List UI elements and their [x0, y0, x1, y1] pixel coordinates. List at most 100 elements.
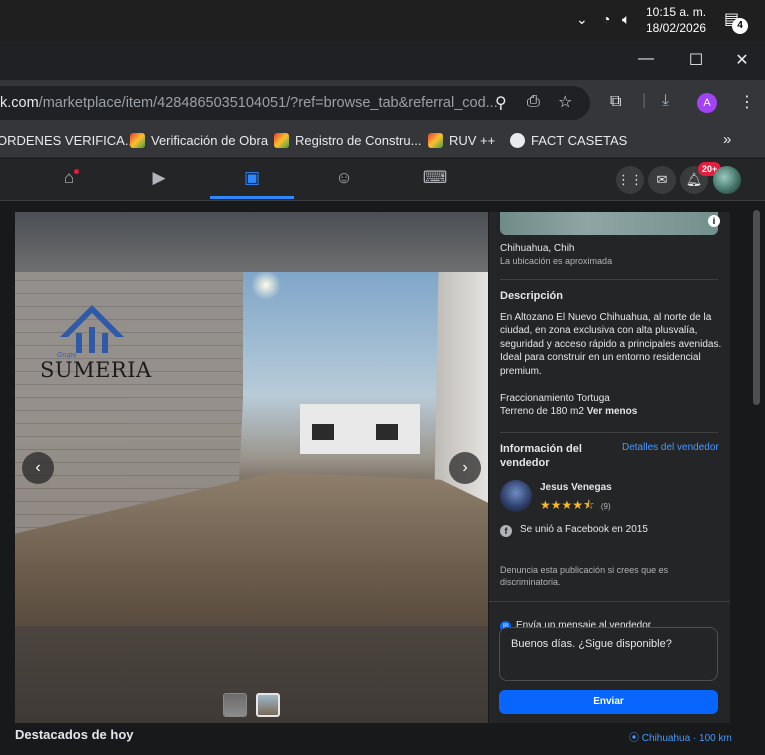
- bookmarks-overflow-button[interactable]: »: [723, 131, 731, 148]
- marketplace-item-page: Grupo SUMERIA ‹ › i Chihuahua, Chih La u…: [0, 201, 765, 755]
- menu-grid-icon[interactable]: ⋮⋮: [616, 166, 644, 194]
- windows-taskbar: ⌄ ◔ 🔈︎ 10:15 a. m. 18/02/2026 ▤ 4: [0, 0, 765, 41]
- location-text: Chihuahua, Chih: [500, 243, 575, 254]
- photo-thumbnail[interactable]: [223, 693, 247, 717]
- star-icon: ★: [550, 498, 562, 512]
- photo-backdrop-top: [15, 212, 488, 272]
- gaming-icon[interactable]: ⌨: [420, 168, 450, 188]
- address-bar[interactable]: k.com/marketplace/item/4284865035104051/…: [0, 86, 590, 120]
- report-text[interactable]: Denuncia esta publicación si crees que e…: [500, 564, 668, 588]
- report-line: discriminatoria.: [500, 577, 561, 587]
- description-line: ciudad, en zona exclusiva con alta plusv…: [500, 325, 698, 336]
- seller-info-heading: Información del vendedor: [500, 442, 582, 470]
- star-icon: ★: [561, 498, 573, 512]
- ruv-icon: [130, 133, 145, 148]
- zoom-icon[interactable]: ⚲: [495, 93, 507, 113]
- sun-glare: [251, 272, 281, 300]
- notification-count-badge: 4: [732, 18, 748, 34]
- logo-wordmark: SUMERIA: [40, 358, 152, 382]
- star-icon: ★: [540, 498, 551, 512]
- joined-text: Se unió a Facebook en 2015: [520, 524, 648, 535]
- message-box: Buenos días. ¿Sigue disponible?: [499, 627, 718, 681]
- download-icon[interactable]: ⤓: [662, 92, 669, 110]
- window-titlebar: — ☐ ✕: [0, 41, 765, 80]
- url-path: /marketplace/item/4284865035104051/?ref=…: [38, 95, 498, 111]
- bookmark-label: Verificación de Obra: [151, 133, 269, 148]
- previous-photo-button[interactable]: ‹: [22, 452, 54, 484]
- description-line: Ideal para construir en un entorno resid…: [500, 352, 701, 363]
- bookmark-label: FACT CASETAS: [531, 133, 628, 148]
- star-icon: ★: [572, 498, 584, 512]
- facebook-icon: f: [500, 525, 512, 537]
- system-clock[interactable]: 10:15 a. m. 18/02/2026: [646, 4, 706, 36]
- marketplace-icon[interactable]: ▣: [237, 168, 267, 188]
- photo-viewer: Grupo SUMERIA ‹ ›: [15, 212, 488, 723]
- scrollbar-thumb[interactable]: [753, 210, 760, 405]
- bookmark-label: Registro de Constru...: [295, 133, 422, 148]
- facebook-navbar: ⌂ ▶ ▣ ☺ ⌨ ⋮⋮ ✉ 🔔︎ 20+: [0, 159, 765, 201]
- maximize-icon[interactable]: ☐: [686, 50, 706, 70]
- info-icon[interactable]: i: [708, 215, 720, 227]
- home-icon[interactable]: ⌂: [54, 168, 84, 188]
- message-input[interactable]: Buenos días. ¿Sigue disponible?: [500, 628, 717, 680]
- video-icon[interactable]: ▶: [144, 168, 174, 188]
- menu-dots-icon[interactable]: ⋮: [739, 92, 755, 112]
- clock-date: 18/02/2026: [646, 21, 707, 35]
- url-text[interactable]: k.com/marketplace/item/4284865035104051/…: [0, 95, 498, 111]
- location-filter[interactable]: ⦿ Chihuahua · 100 km: [629, 729, 732, 744]
- home-unread-dot: [74, 169, 79, 174]
- location-note: La ubicación es aproximada: [500, 256, 613, 266]
- seller-info-heading-line: Información del: [500, 443, 582, 455]
- url-domain: k.com: [0, 95, 39, 111]
- divider: [500, 432, 718, 433]
- next-photo-button[interactable]: ›: [449, 452, 481, 484]
- globe-icon: [510, 133, 525, 148]
- browser-toolbar: k.com/marketplace/item/4284865035104051/…: [0, 80, 765, 126]
- bookmark-verificacion[interactable]: Verificación de Obra: [130, 133, 268, 148]
- bookmark-fact-casetas[interactable]: FACT CASETAS: [510, 133, 627, 148]
- messenger-icon[interactable]: ✉: [648, 166, 676, 194]
- chevron-up-icon[interactable]: ⌄: [576, 11, 588, 28]
- see-less-link[interactable]: Ver menos: [587, 406, 638, 417]
- close-icon[interactable]: ✕: [732, 50, 752, 70]
- install-app-icon[interactable]: ⎙: [527, 93, 540, 111]
- description-area: Terreno de 180 m2: [500, 406, 584, 417]
- photo-backdrop-bottom: [15, 626, 488, 723]
- bookmark-ruv[interactable]: RUV ++: [428, 133, 495, 148]
- seller-name[interactable]: Jesus Venegas: [540, 482, 612, 493]
- location-map[interactable]: i: [500, 212, 720, 235]
- photo-thumbnail-selected[interactable]: [256, 693, 280, 717]
- house-background: [300, 404, 420, 454]
- account-avatar[interactable]: [713, 166, 741, 194]
- location-filter-text: Chihuahua · 100 km: [641, 733, 732, 744]
- clock-time: 10:15 a. m.: [646, 5, 707, 19]
- minimize-icon[interactable]: —: [636, 50, 656, 68]
- wifi-icon[interactable]: ◔: [602, 11, 610, 27]
- star-half-icon: ⯪: [583, 498, 595, 512]
- listing-photo[interactable]: Grupo SUMERIA: [15, 272, 488, 626]
- seller-info-heading-line: vendedor: [500, 457, 550, 469]
- listing-details-panel: i Chihuahua, Chih La ubicación es aproxi…: [489, 212, 730, 723]
- description-line: En Altozano El Nuevo Chihuahua, al norte…: [500, 312, 712, 323]
- bookmark-registro[interactable]: Registro de Constru...: [274, 133, 421, 148]
- groups-icon[interactable]: ☺: [329, 168, 359, 188]
- bookmarks-bar: ORDENES VERIFICA... Verificación de Obra…: [0, 126, 765, 158]
- bookmark-ordenes[interactable]: ORDENES VERIFICA...: [0, 133, 136, 148]
- divider: [500, 279, 718, 280]
- bookmark-star-icon[interactable]: ☆: [558, 92, 572, 112]
- house-window: [312, 424, 334, 440]
- bookmark-label: ORDENES VERIFICA...: [0, 133, 136, 148]
- volume-icon[interactable]: 🔈︎: [622, 11, 630, 28]
- house-window: [376, 424, 398, 440]
- active-tab-indicator: [210, 196, 294, 199]
- send-button[interactable]: Enviar: [499, 690, 718, 714]
- description-heading: Descripción: [500, 290, 563, 302]
- description-line: premium.: [500, 366, 542, 377]
- divider: [489, 601, 730, 602]
- seller-details-link[interactable]: Detalles del vendedor: [622, 442, 719, 453]
- description-line: seguridad y acceso rápido a principales …: [500, 339, 722, 350]
- extensions-icon[interactable]: ⧉: [610, 93, 621, 111]
- profile-avatar[interactable]: A: [697, 93, 717, 113]
- seller-avatar[interactable]: [500, 480, 532, 512]
- ruv-icon: [274, 133, 289, 148]
